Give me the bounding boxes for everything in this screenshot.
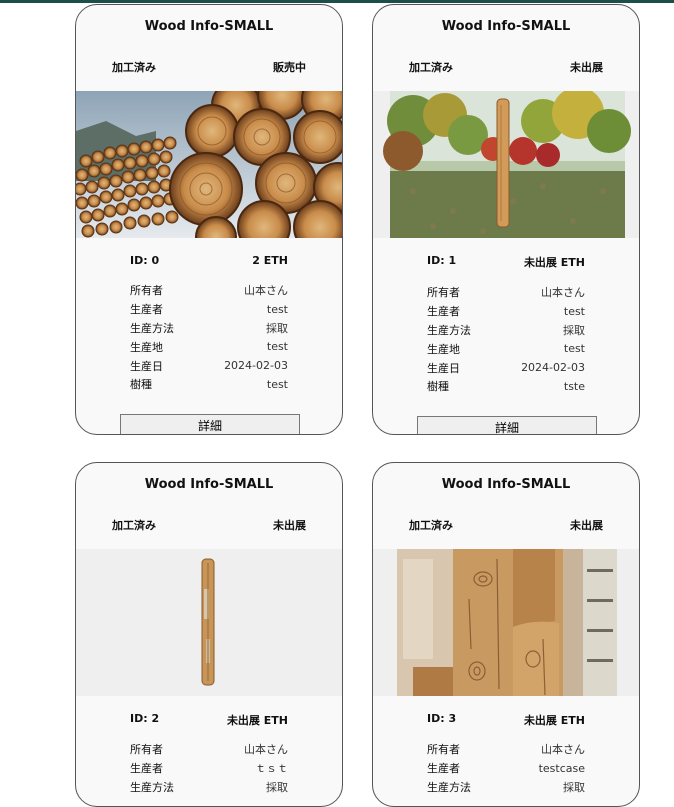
detail-key: 所有者 [427, 286, 460, 300]
detail-owner: 所有者 山本さん [130, 740, 288, 759]
detail-key: 生産地 [130, 340, 163, 354]
sale-status: 未出展 [570, 519, 603, 532]
processing-status: 加工済み [409, 519, 453, 532]
detail-species: 樹種 test [130, 375, 288, 394]
detail-key: 生産方法 [130, 780, 174, 794]
status-row: 加工済み 未出展 [112, 517, 306, 533]
wood-id: ID: 1 [427, 254, 457, 267]
processing-status: 加工済み [112, 519, 156, 532]
detail-key: 所有者 [130, 284, 163, 298]
detail-method: 生産方法 採取 [130, 319, 288, 338]
details-list: 所有者 山本さん 生産者 test 生産方法 採取 生産地 test 生産日 2024-0… [427, 283, 585, 396]
detail-species: 樹種 tste [427, 377, 585, 396]
detail-value: testcase [538, 761, 585, 775]
detail-key: 生産方法 [427, 323, 471, 337]
id-price-row: ID: 0 2 ETH [130, 254, 288, 267]
detail-key: 生産方法 [427, 780, 471, 794]
detail-key: 生産日 [130, 359, 163, 373]
detail-value: 採取 [266, 321, 288, 335]
processing-status: 加工済み [409, 61, 453, 74]
detail-value: test [563, 342, 585, 356]
status-row: 加工済み 未出展 [409, 517, 603, 533]
wood-image-log-pile [76, 91, 342, 238]
wood-card-0: Wood Info-SMALL 加工済み 販売中 ID: 0 2 ETH 所有者… [75, 4, 343, 435]
detail-value: 採取 [563, 323, 585, 337]
detail-owner: 所有者 山本さん [427, 740, 585, 759]
wood-image-single-log [76, 549, 342, 696]
card-title: Wood Info-SMALL [441, 19, 571, 34]
status-row: 加工済み 販売中 [112, 59, 306, 75]
detail-origin: 生産地 test [427, 339, 585, 358]
wood-id: ID: 0 [130, 254, 160, 267]
detail-key: 生産地 [427, 342, 460, 356]
detail-method: 生産方法 採取 [427, 321, 585, 340]
id-price-row: ID: 1 未出展 ETH [427, 254, 585, 270]
detail-key: 樹種 [130, 378, 152, 392]
detail-value: 山本さん [541, 743, 585, 757]
detail-producer: 生産者 ｔｓｔ [130, 759, 288, 778]
detail-date: 生産日 2024-02-03 [130, 356, 288, 375]
card-title: Wood Info-SMALL [144, 477, 274, 492]
detail-producer: 生産者 test [130, 300, 288, 319]
detail-method: 生産方法 採取 [427, 778, 585, 797]
sale-status: 販売中 [273, 61, 306, 74]
details-button[interactable]: 詳細 [417, 416, 597, 434]
price: 2 ETH [252, 254, 288, 267]
detail-value: tste [563, 379, 585, 393]
wood-card-1: Wood Info-SMALL 加工済み 未出展 ID: 1 未出展 ETH 所… [372, 4, 640, 435]
detail-owner: 所有者 山本さん [427, 283, 585, 302]
sale-status: 未出展 [570, 61, 603, 74]
id-price-row: ID: 2 未出展 ETH [130, 712, 288, 728]
detail-producer: 生産者 testcase [427, 759, 585, 778]
wood-card-2: Wood Info-SMALL 加工済み 未出展 ID: 2 未出展 ETH 所… [75, 462, 343, 807]
detail-value: 採取 [266, 780, 288, 794]
details-list: 所有者 山本さん 生産者 testcase 生産方法 採取 [427, 740, 585, 796]
detail-value: 2024-02-03 [521, 361, 585, 375]
card-title: Wood Info-SMALL [144, 19, 274, 34]
detail-value: 採取 [563, 780, 585, 794]
id-price-row: ID: 3 未出展 ETH [427, 712, 585, 728]
wood-id: ID: 2 [130, 712, 160, 725]
detail-key: 生産日 [427, 361, 460, 375]
price: 未出展 ETH [226, 714, 288, 727]
detail-key: 所有者 [130, 743, 163, 757]
detail-producer: 生産者 test [427, 302, 585, 321]
detail-method: 生産方法 採取 [130, 778, 288, 797]
detail-value: 山本さん [244, 284, 288, 298]
wood-id: ID: 3 [427, 712, 457, 725]
detail-date: 生産日 2024-02-03 [427, 358, 585, 377]
detail-key: 生産者 [130, 762, 163, 776]
details-list: 所有者 山本さん 生産者 test 生産方法 採取 生産地 test 生産日 2024-0… [130, 281, 288, 394]
detail-value: test [266, 377, 288, 391]
detail-key: 生産者 [427, 762, 460, 776]
detail-value: test [563, 304, 585, 318]
top-bar [0, 0, 674, 3]
detail-value: test [266, 302, 288, 316]
detail-key: 所有者 [427, 743, 460, 757]
detail-value: 山本さん [541, 286, 585, 300]
detail-key: 生産方法 [130, 321, 174, 335]
wood-image-log-in-park [373, 91, 639, 238]
details-list: 所有者 山本さん 生産者 ｔｓｔ 生産方法 採取 [130, 740, 288, 796]
processing-status: 加工済み [112, 61, 156, 74]
price: 未出展 ETH [523, 714, 585, 727]
card-title: Wood Info-SMALL [441, 477, 571, 492]
detail-value: ｔｓｔ [255, 762, 288, 776]
detail-owner: 所有者 山本さん [130, 281, 288, 300]
price: 未出展 ETH [523, 256, 585, 269]
details-button[interactable]: 詳細 [120, 414, 300, 434]
detail-value: 2024-02-03 [224, 359, 288, 373]
status-row: 加工済み 未出展 [409, 59, 603, 75]
detail-value: 山本さん [244, 743, 288, 757]
sale-status: 未出展 [273, 519, 306, 532]
detail-origin: 生産地 test [130, 337, 288, 356]
detail-value: test [266, 340, 288, 354]
detail-key: 生産者 [130, 303, 163, 317]
wood-image-log-closeup [373, 549, 639, 696]
detail-key: 生産者 [427, 305, 460, 319]
detail-key: 樹種 [427, 380, 449, 394]
wood-card-3: Wood Info-SMALL 加工済み 未出展 ID: 3 未出展 ETH 所… [372, 462, 640, 807]
